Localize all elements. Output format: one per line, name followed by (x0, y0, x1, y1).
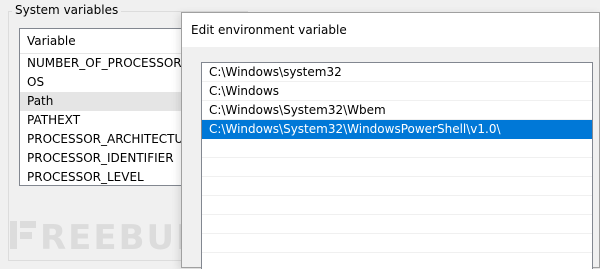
path-entry-empty[interactable] (202, 234, 592, 253)
list-item[interactable]: OS (20, 73, 208, 92)
variable-column-header[interactable]: Variable (20, 29, 208, 54)
path-entry[interactable]: C:\Windows\System32\Wbem (202, 101, 592, 120)
list-item[interactable]: NUMBER_OF_PROCESSORS (20, 54, 208, 73)
edit-environment-variable-dialog: Edit environment variable C:\Windows\sys… (181, 12, 600, 269)
path-entry-empty[interactable] (202, 158, 592, 177)
system-variables-title: System variables (12, 3, 122, 17)
path-entry-selected[interactable]: C:\Windows\System32\WindowsPowerShell\v1… (202, 120, 592, 139)
list-item-path[interactable]: Path (20, 92, 208, 111)
list-item[interactable]: PROCESSOR_IDENTIFIER (20, 149, 208, 168)
path-entry-empty[interactable] (202, 139, 592, 158)
path-entry[interactable]: C:\Windows\system32 (202, 63, 592, 82)
path-entry-empty[interactable] (202, 177, 592, 196)
list-item[interactable]: PATHEXT (20, 111, 208, 130)
path-entry[interactable]: C:\Windows (202, 82, 592, 101)
path-entry-empty[interactable] (202, 215, 592, 234)
freebuf-logo-icon (10, 221, 36, 249)
list-item[interactable]: PROCESSOR_ARCHITECTURE (20, 130, 208, 149)
path-entry-empty[interactable] (202, 196, 592, 215)
list-item[interactable]: PROCESSOR_LEVEL (20, 168, 208, 185)
path-entries-list[interactable]: C:\Windows\system32 C:\Windows C:\Window… (201, 62, 593, 269)
freebuf-watermark: REEBUF (10, 221, 201, 255)
watermark-text: REEBUF (40, 218, 202, 258)
dialog-title: Edit environment variable (182, 13, 599, 47)
